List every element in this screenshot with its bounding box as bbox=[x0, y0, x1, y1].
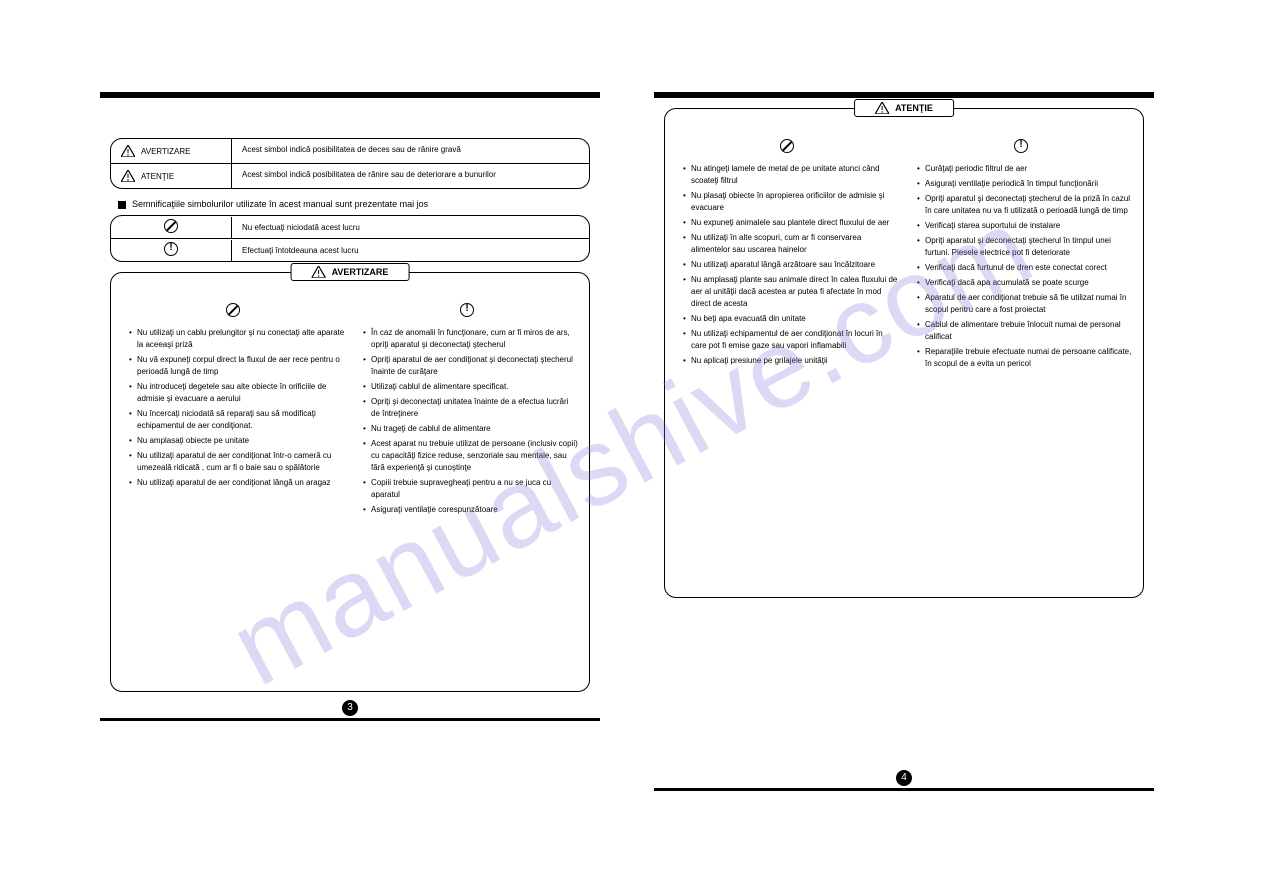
caution-triangle-icon bbox=[875, 102, 889, 114]
warning-triangle-icon bbox=[312, 266, 326, 278]
list-item: Nu beţi apa evacuată din unitate bbox=[683, 313, 899, 325]
list-item: Asiguraţi ventilaţie periodică în timpul… bbox=[917, 178, 1133, 190]
warning-list-left: Nu utilizaţi un cablu prelungitor şi nu … bbox=[121, 327, 345, 489]
list-item: Asiguraţi ventilaţie corespunzătoare bbox=[363, 504, 579, 516]
symbol-table-1: AVERTIZARE Acest simbol indică posibilit… bbox=[110, 138, 590, 189]
table-row: ATENŢIE Acest simbol indică posibilitate… bbox=[111, 164, 589, 188]
list-item: Nu trageţi de cablul de alimentare bbox=[363, 423, 579, 435]
warning-box: AVERTIZARE Nu utilizaţi un cablu prelung… bbox=[110, 272, 590, 692]
footer-bar: 3 bbox=[100, 718, 600, 721]
page-number: 4 bbox=[896, 770, 912, 786]
caution-list-right: Curăţaţi periodic filtrul de aer Asigura… bbox=[909, 163, 1133, 370]
cell-desc: Efectuaţi întotdeauna acest lucru bbox=[231, 240, 589, 261]
list-item: Nu încercaţi niciodată să reparaţi sau s… bbox=[129, 408, 345, 432]
list-item: Nu atingeţi lamele de metal de pe unitat… bbox=[683, 163, 899, 187]
list-item: În caz de anomalii în funcţionare, cum a… bbox=[363, 327, 579, 351]
prohibit-icon bbox=[164, 219, 178, 233]
list-item: Nu amplasaţi plante sau animale direct î… bbox=[683, 274, 899, 310]
box-header: AVERTIZARE bbox=[291, 263, 410, 281]
list-item: Cablul de alimentare trebuie înlocuit nu… bbox=[917, 319, 1133, 343]
right-column: În caz de anomalii în funcţionare, cum a… bbox=[355, 303, 579, 519]
square-bullet-icon bbox=[118, 201, 126, 209]
table-row: Nu efectuaţi niciodată acest lucru bbox=[111, 216, 589, 239]
list-item: Copiii trebuie supravegheaţi pentru a nu… bbox=[363, 477, 579, 501]
footer-bar: 4 bbox=[654, 788, 1154, 791]
cell-desc: Nu efectuaţi niciodată acest lucru bbox=[231, 217, 589, 238]
list-item: Curăţaţi periodic filtrul de aer bbox=[917, 163, 1133, 175]
list-item: Verificaţi starea suportului de instalar… bbox=[917, 220, 1133, 232]
list-item: Opriţi aparatul de aer condiţionat şi de… bbox=[363, 354, 579, 378]
list-item: Nu introduceţi degetele sau alte obiecte… bbox=[129, 381, 345, 405]
list-item: Utilizaţi cablul de alimentare specifica… bbox=[363, 381, 579, 393]
page-spread: AVERTIZARE Acest simbol indică posibilit… bbox=[0, 0, 1263, 791]
top-bar bbox=[654, 92, 1154, 98]
mandatory-icon bbox=[1014, 139, 1028, 153]
list-item: Aparatul de aer condiţionat trebuie să f… bbox=[917, 292, 1133, 316]
list-item: Nu utilizaţi aparatul de aer condiţionat… bbox=[129, 477, 345, 489]
prohibit-icon bbox=[226, 303, 240, 317]
cell-label: AVERTIZARE bbox=[141, 147, 191, 156]
mandatory-icon bbox=[164, 242, 178, 256]
list-item: Nu utilizaţi aparatul de aer condiţionat… bbox=[129, 450, 345, 474]
page-4: ATENŢIE Nu atingeţi lamele de metal de p… bbox=[654, 0, 1154, 791]
cell-desc: Acest simbol indică posibilitatea de răn… bbox=[231, 164, 589, 188]
caution-box: ATENŢIE Nu atingeţi lamele de metal de p… bbox=[664, 108, 1144, 598]
page-3: AVERTIZARE Acest simbol indică posibilit… bbox=[100, 0, 600, 791]
caution-triangle-icon bbox=[121, 170, 135, 182]
subtitle: Semnificaţiile simbolurilor utilizate în… bbox=[118, 199, 590, 209]
list-item: Nu plasaţi obiecte în apropierea orifici… bbox=[683, 190, 899, 214]
list-item: Reparaţiile trebuie efectuate numai de p… bbox=[917, 346, 1133, 370]
warning-list-right: În caz de anomalii în funcţionare, cum a… bbox=[355, 327, 579, 516]
list-item: Nu expuneţi animalele sau plantele direc… bbox=[683, 217, 899, 229]
list-item: Nu aplicaţi presiune pe grilajele unităţ… bbox=[683, 355, 899, 367]
table-row: AVERTIZARE Acest simbol indică posibilit… bbox=[111, 139, 589, 164]
list-item: Nu utilizaţi aparatul lângă arzătoare sa… bbox=[683, 259, 899, 271]
prohibit-icon bbox=[780, 139, 794, 153]
list-item: Nu utilizaţi un cablu prelungitor şi nu … bbox=[129, 327, 345, 351]
left-column: Nu utilizaţi un cablu prelungitor şi nu … bbox=[121, 303, 345, 519]
left-column: Nu atingeţi lamele de metal de pe unitat… bbox=[675, 139, 899, 373]
right-column: Curăţaţi periodic filtrul de aer Asigura… bbox=[909, 139, 1133, 373]
list-item: Nu vă expuneţi corpul direct la fluxul d… bbox=[129, 354, 345, 378]
table-row: Efectuaţi întotdeauna acest lucru bbox=[111, 239, 589, 261]
list-item: Nu utilizaţi echipamentul de aer condiţi… bbox=[683, 328, 899, 352]
list-item: Opriţi aparatul şi deconectaţi ştecherul… bbox=[917, 193, 1133, 217]
cell-desc: Acest simbol indică posibilitatea de dec… bbox=[231, 139, 589, 163]
caution-list-left: Nu atingeţi lamele de metal de pe unitat… bbox=[675, 163, 899, 367]
list-item: Opriţi şi deconectaţi unitatea înainte d… bbox=[363, 396, 579, 420]
list-item: Nu utilizaţi în alte scopuri, cum ar fi … bbox=[683, 232, 899, 256]
list-item: Acest aparat nu trebuie utilizat de pers… bbox=[363, 438, 579, 474]
page-number: 3 bbox=[342, 700, 358, 716]
top-bar bbox=[100, 92, 600, 98]
list page4.box.right.6: Verificaţi dacă apa acumulată se poate s… bbox=[917, 277, 1133, 289]
list-item: Opriţi aparatul şi deconectaţi ştecherul… bbox=[917, 235, 1133, 259]
box-header: ATENŢIE bbox=[854, 99, 954, 117]
list-item: Verificaţi dacă furtunul de dren este co… bbox=[917, 262, 1133, 274]
mandatory-icon bbox=[460, 303, 474, 317]
warning-triangle-icon bbox=[121, 145, 135, 157]
symbol-table-2: Nu efectuaţi niciodată acest lucru Efect… bbox=[110, 215, 590, 262]
cell-label: ATENŢIE bbox=[141, 172, 174, 181]
list-item: Nu amplasaţi obiecte pe unitate bbox=[129, 435, 345, 447]
